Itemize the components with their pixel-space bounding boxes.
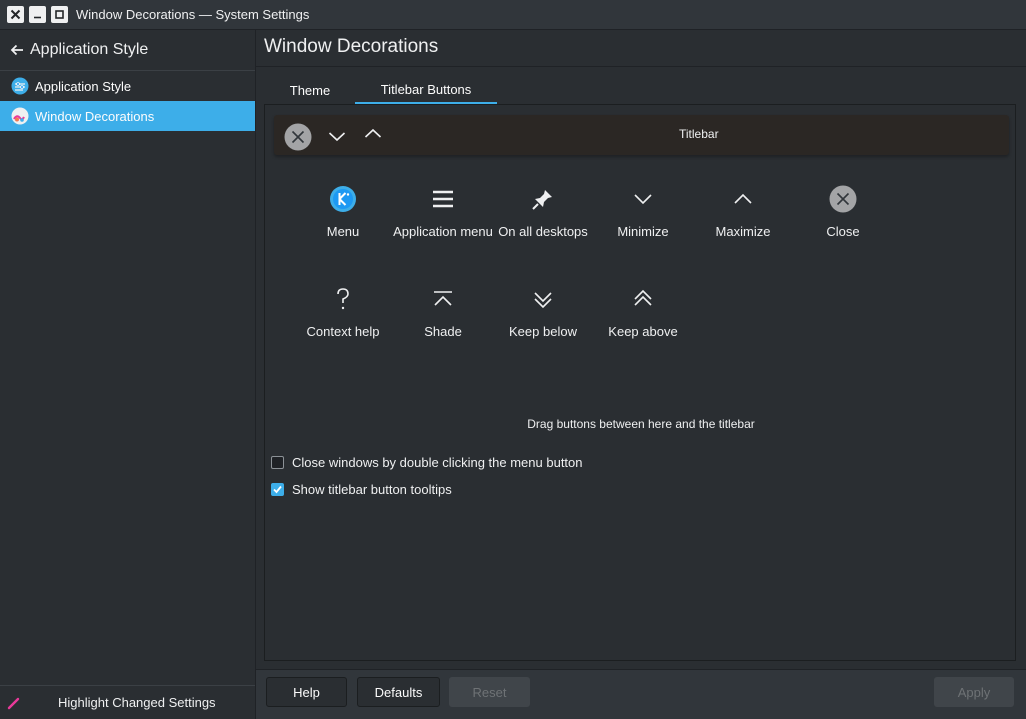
button-maximize[interactable]: Maximize [693, 185, 793, 240]
option-label: Show titlebar button tooltips [292, 482, 452, 497]
checkbox-checked[interactable] [271, 483, 284, 496]
option-close-double-click[interactable]: Close windows by double clicking the men… [271, 455, 583, 470]
maximize-icon [734, 193, 752, 204]
titlebar-label: Titlebar [679, 127, 719, 141]
keep-above-icon [634, 289, 652, 306]
button-label: Keep below [509, 324, 577, 339]
keep-below-icon [534, 292, 552, 309]
button-keep-above[interactable]: Keep above [593, 285, 693, 340]
button-label: Shade [424, 324, 462, 339]
minimize-icon[interactable] [29, 6, 46, 23]
sidebar-item-label: Application Style [35, 78, 132, 94]
bottom-button-bar: Help Defaults Reset Apply [256, 669, 1026, 719]
sidebar-title: Application Style [30, 41, 149, 58]
button-on-all-desktops[interactable]: On all desktops [493, 185, 593, 240]
button-close[interactable]: Close [793, 185, 893, 240]
tab-titlebar-buttons[interactable]: Titlebar Buttons [355, 76, 497, 104]
highlight-changed-settings[interactable]: Highlight Changed Settings [0, 685, 255, 719]
button-label: On all desktops [498, 224, 588, 239]
button-label: Application menu [393, 224, 493, 239]
pin-icon [532, 190, 552, 210]
window-titlebar: Window Decorations — System Settings [0, 0, 1026, 30]
back-arrow-icon[interactable] [10, 43, 24, 57]
button-label: Menu [326, 224, 360, 239]
close-icon [829, 185, 857, 213]
window-decorations-icon [11, 107, 29, 125]
close-icon[interactable] [7, 6, 24, 23]
button-label: Minimize [617, 224, 669, 239]
button-menu[interactable]: Menu [293, 185, 393, 240]
titlebar-preview[interactable]: Titlebar [274, 115, 1009, 155]
maximize-icon[interactable] [51, 6, 68, 23]
button-label: Keep above [608, 324, 678, 339]
page-title: Window Decorations [256, 30, 1026, 67]
sidebar-item-window-decorations[interactable]: Window Decorations [0, 101, 255, 131]
button-minimize[interactable]: Minimize [593, 185, 693, 240]
defaults-button[interactable]: Defaults [357, 677, 440, 707]
question-icon [337, 288, 349, 310]
tab-bar: Theme Titlebar Buttons [265, 76, 497, 104]
option-show-tooltips[interactable]: Show titlebar button tooltips [271, 482, 452, 497]
kde-menu-icon [330, 186, 356, 212]
minimize-icon[interactable] [328, 129, 346, 143]
minimize-icon [634, 194, 652, 205]
option-label: Close windows by double clicking the men… [292, 455, 583, 470]
titlebar-buttons-panel: Titlebar Menu Application menu On all de… [264, 104, 1016, 661]
button-label: Close [826, 224, 860, 239]
sidebar-item-label: Window Decorations [35, 108, 155, 124]
button-shade[interactable]: Shade [393, 285, 493, 340]
button-application-menu[interactable]: Application menu [393, 185, 493, 240]
shade-icon [434, 291, 452, 306]
sidebar-header: Application Style [0, 30, 255, 71]
help-button[interactable]: Help [266, 677, 347, 707]
sidebar-item-application-style[interactable]: Application Style [0, 71, 255, 101]
checkmark-icon [273, 485, 282, 494]
highlight-changed-label: Highlight Changed Settings [58, 695, 216, 710]
hamburger-menu-icon [433, 190, 453, 208]
drag-hint: Drag buttons between here and the titleb… [527, 417, 755, 431]
button-keep-below[interactable]: Keep below [493, 285, 593, 340]
reset-button[interactable]: Reset [449, 677, 530, 707]
checkbox[interactable] [271, 456, 284, 469]
close-icon[interactable] [284, 123, 312, 151]
apply-button[interactable]: Apply [934, 677, 1014, 707]
sidebar: Application Style Application Style Wind… [0, 30, 256, 719]
tab-theme[interactable]: Theme [265, 76, 355, 104]
main-content: Window Decorations Theme Titlebar Button… [256, 30, 1026, 719]
maximize-icon[interactable] [364, 127, 382, 141]
button-context-help[interactable]: Context help [293, 285, 393, 340]
application-style-icon [11, 77, 29, 95]
highlighter-icon [7, 697, 20, 709]
button-label: Context help [306, 324, 380, 339]
window-title: Window Decorations — System Settings [76, 7, 310, 22]
button-label: Maximize [715, 224, 771, 239]
